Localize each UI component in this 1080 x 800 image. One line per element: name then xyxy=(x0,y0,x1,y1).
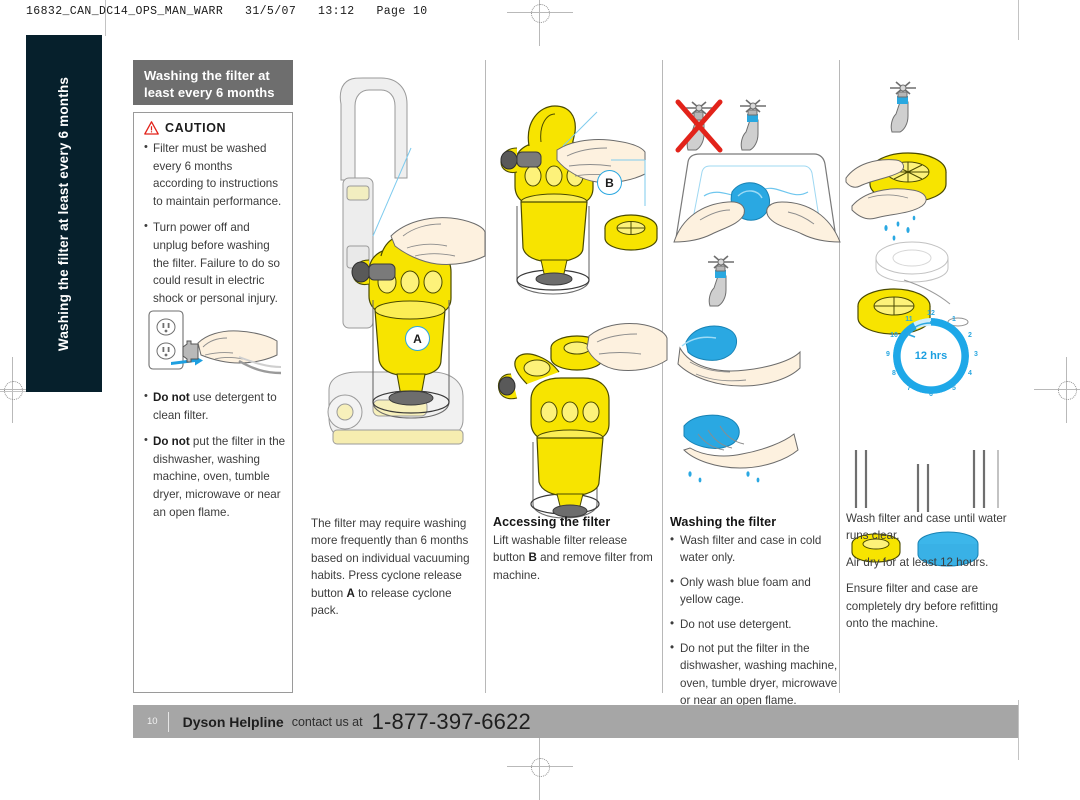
print-slug: 16832_CAN_DC14_OPS_MAN_WARR 31/5/07 13:1… xyxy=(26,5,428,18)
cyclone-button-b-illustration xyxy=(500,105,658,295)
page-number: 10 xyxy=(147,716,158,727)
crop-mark-right xyxy=(1034,357,1080,423)
section-tab: Washing the filter at least every 6 mont… xyxy=(26,35,102,392)
helpline-phone-number: 1-877-397-6622 xyxy=(371,708,531,734)
squeeze-foam-illustration xyxy=(677,255,801,483)
crop-mark-top xyxy=(507,0,573,46)
list-item: Filter must be washed every 6 months acc… xyxy=(144,139,283,210)
warning-triangle-icon xyxy=(144,121,159,135)
section-tab-label: Washing the filter at least every 6 mont… xyxy=(56,76,72,351)
upright-vacuum-illustration xyxy=(327,77,486,445)
list-item: Do not put the filter in the dishwasher,… xyxy=(144,432,286,521)
caution-donot-list: Do not use detergent to clean filter. Do… xyxy=(144,388,286,530)
page-content: Washing the filter at least every 6 mont… xyxy=(133,60,1018,707)
caption-heading: Washing the filter xyxy=(670,515,777,529)
list-item: Wash filter and case in cold water only. xyxy=(670,531,838,567)
caption-washing-filter: Washing the filter Wash filter and case … xyxy=(670,515,838,717)
caption-text: Air dry for at least 12 hours. xyxy=(846,555,989,569)
caution-panel: CAUTION Filter must be washed every 6 mo… xyxy=(133,112,293,693)
caption-text: Wash filter and case until water runs cl… xyxy=(846,512,1007,543)
caption-text: Lift washable filter release button B an… xyxy=(493,532,661,584)
column-washing-filter: Washing the filter Wash filter and case … xyxy=(670,60,844,707)
helpline-contact-text: contact us at xyxy=(291,714,363,729)
page-title: Washing the filter at least every 6 mont… xyxy=(133,60,293,105)
helpline-brand: Dyson Helpline xyxy=(182,713,284,730)
list-item: Do not put the filter in the dishwasher,… xyxy=(670,639,838,710)
clock-number: 12 xyxy=(927,310,935,317)
manual-page: 16832_CAN_DC14_OPS_MAN_WARR 31/5/07 13:1… xyxy=(0,0,1080,800)
lift-filter-cage-illustration xyxy=(497,323,668,519)
rinse-cage-illustration xyxy=(845,81,947,241)
caution-header: CAUTION xyxy=(144,121,283,135)
footer-bar: 10 Dyson Helpline contact us at 1-877-39… xyxy=(133,705,1018,738)
caption-heading: Accessing the filter xyxy=(493,515,611,529)
callout-b: B xyxy=(597,170,622,195)
list-item: Turn power off and unplug before washing… xyxy=(144,218,283,307)
column-divider xyxy=(485,60,486,693)
caption-air-dry: Wash filter and case until water runs cl… xyxy=(846,510,1014,641)
list-item: Do not use detergent. xyxy=(670,615,838,633)
crop-mark-bottom xyxy=(507,734,573,800)
callout-a: A xyxy=(405,326,430,351)
column-accessing-filter: B Accessing the filter Lift washable fil… xyxy=(493,60,668,693)
page-edge-line xyxy=(1018,700,1019,760)
caption-vacuum: The filter may require washing more freq… xyxy=(311,515,479,619)
caption-accessing-filter: Accessing the filter Lift washable filte… xyxy=(493,515,661,584)
list-item: Do not use detergent to clean filter. xyxy=(144,388,286,424)
callout-b-label: B xyxy=(605,175,614,190)
list-item: Only wash blue foam and yellow cage. xyxy=(670,573,838,609)
unplug-cord-icon xyxy=(143,303,283,385)
page-edge-line xyxy=(1018,0,1019,40)
clock-number: 3 xyxy=(974,351,978,358)
clock-arrow-icon xyxy=(905,321,932,338)
caution-bullet-list: Filter must be washed every 6 months acc… xyxy=(144,139,283,307)
twelve-hour-clock-gauge: 12 hrs 12 1 2 3 4 5 6 7 8 9 10 11 xyxy=(886,310,978,398)
callout-a-label: A xyxy=(413,331,422,346)
wash-in-cold-water-illustration xyxy=(673,99,841,243)
column-vacuum: A The filter may require washing more fr… xyxy=(311,60,486,693)
caption-text: Ensure filter and case are completely dr… xyxy=(846,582,999,630)
washing-bullet-list: Wash filter and case in cold water only.… xyxy=(670,531,838,710)
bold-label: A xyxy=(346,586,355,600)
bold-label: B xyxy=(528,551,537,565)
bold-text: Do not xyxy=(153,435,190,449)
caption-text: The filter may require washing more freq… xyxy=(311,515,479,619)
caution-title: CAUTION xyxy=(165,121,227,135)
bold-text: Do not xyxy=(153,391,190,404)
